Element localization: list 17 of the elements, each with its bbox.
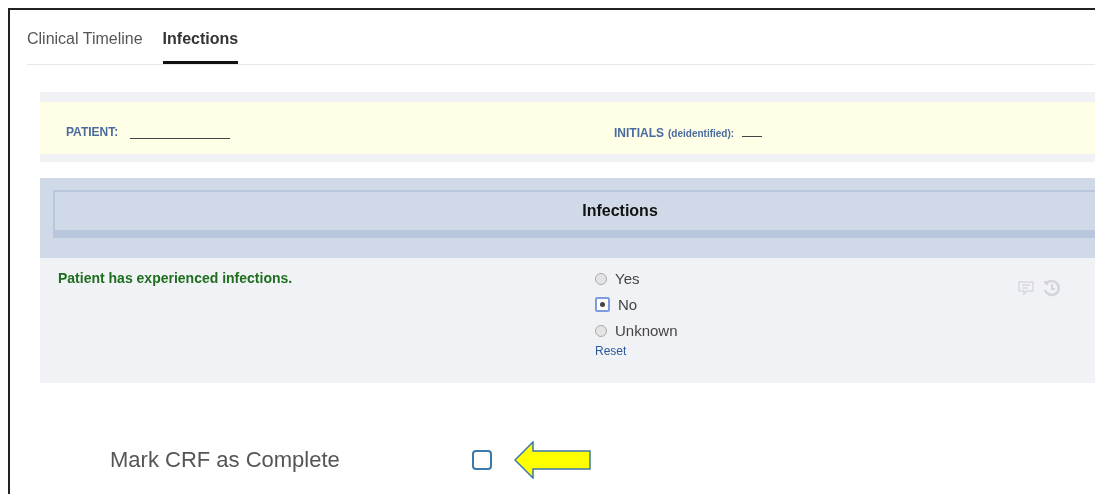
radio-button[interactable]	[595, 272, 607, 285]
radio-button[interactable]	[595, 324, 607, 337]
reset-link[interactable]: Reset	[595, 344, 627, 358]
complete-label: Mark CRF as Complete	[110, 447, 341, 473]
patient-label: PATIENT:	[66, 125, 119, 139]
question-label: Patient has experienced infections.	[58, 270, 294, 288]
option-label: Unknown	[615, 322, 678, 339]
initials-label: INITIALS	[614, 126, 664, 140]
tab[interactable]: Clinical Timeline	[27, 30, 143, 64]
tab[interactable]: Infections	[162, 30, 239, 64]
checkbox[interactable]	[472, 450, 492, 470]
initials-note: (deidentified):	[668, 128, 735, 139]
radio-button[interactable]	[595, 297, 610, 312]
section-title: Infections	[581, 202, 658, 220]
option-label: Yes	[615, 270, 640, 287]
option-label: No	[618, 296, 638, 313]
arrow-icon	[514, 441, 592, 479]
